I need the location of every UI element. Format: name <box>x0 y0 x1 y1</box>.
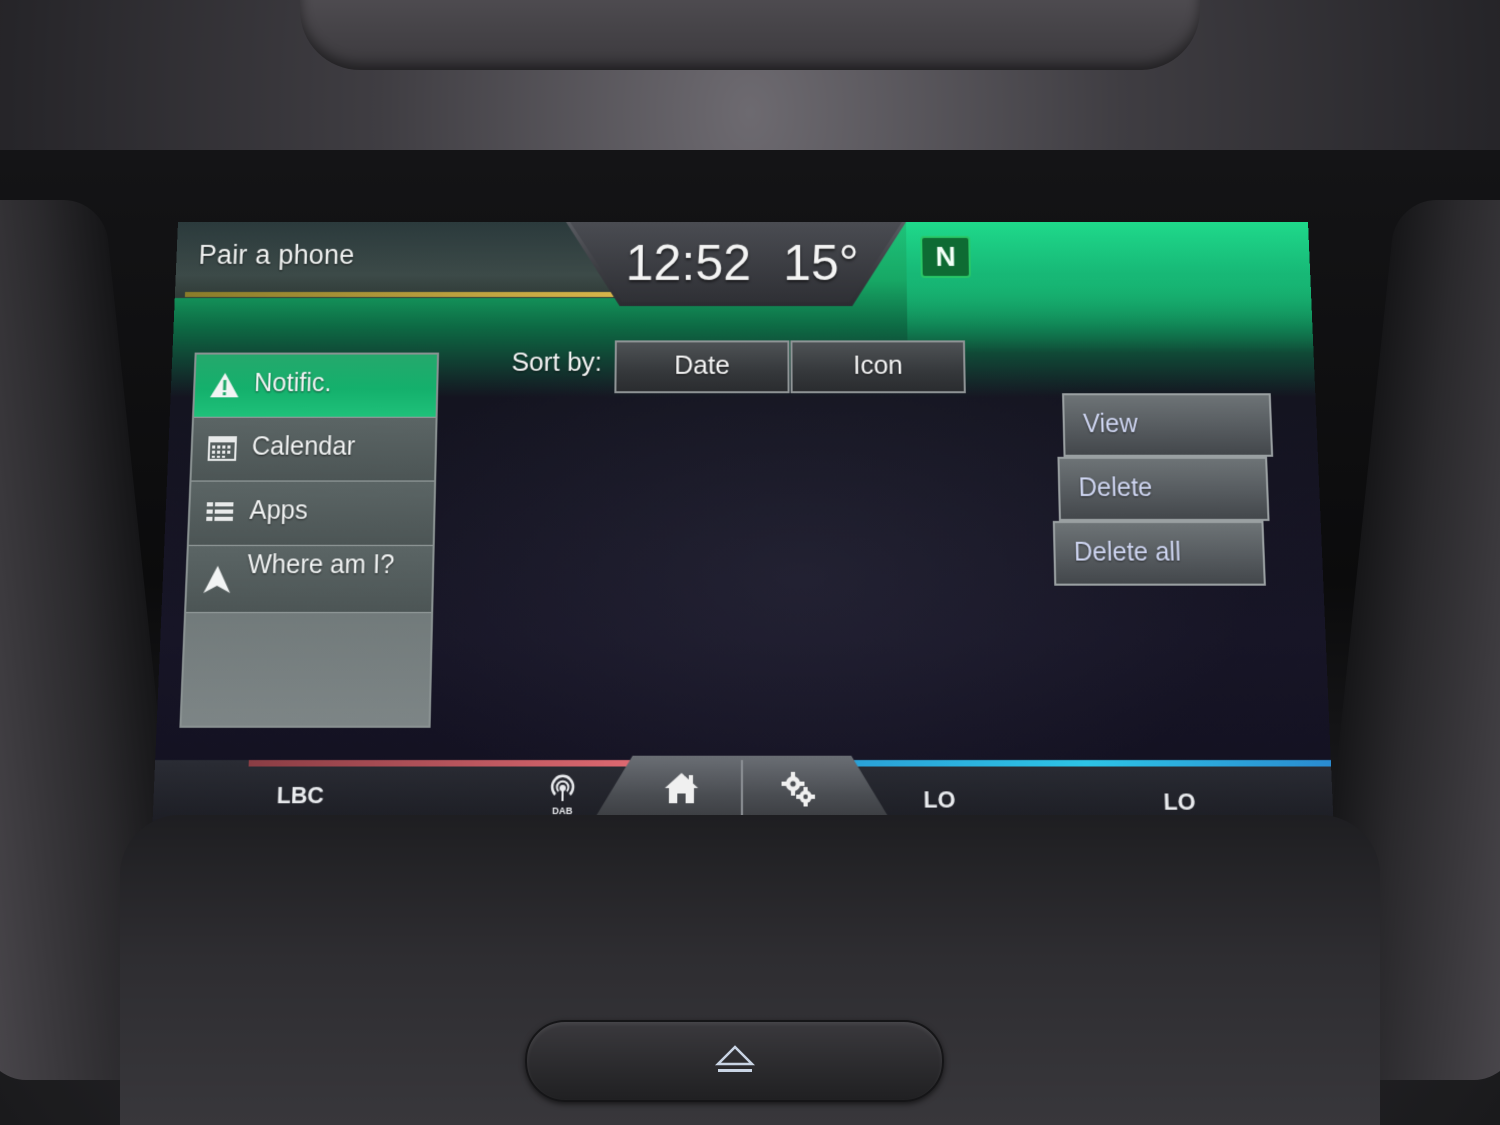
sidebar-item-label: Apps <box>249 496 308 526</box>
sidebar-item-apps[interactable]: Apps <box>189 482 434 546</box>
dab-radio-icon[interactable]: DAB <box>545 773 581 816</box>
eject-button[interactable] <box>525 1020 944 1102</box>
dashboard-hood <box>300 0 1200 70</box>
sidebar-item-calendar[interactable]: Calendar <box>191 418 435 482</box>
calendar-icon <box>206 434 238 463</box>
gear-icon[interactable] <box>779 771 817 808</box>
delete-all-button[interactable]: Delete all <box>1053 521 1266 586</box>
compass-icon: N <box>920 236 971 278</box>
audio-source-label[interactable]: LBC <box>276 782 324 810</box>
warning-icon <box>209 371 240 400</box>
sort-icon-button[interactable]: Icon <box>790 340 965 393</box>
climate-accent-bar <box>842 760 1331 766</box>
sidebar-item-notifications[interactable]: Notific. <box>194 355 437 418</box>
delete-button[interactable]: Delete <box>1057 457 1269 521</box>
apps-list-icon <box>204 498 236 527</box>
dashboard: Pair a phone 12:52 15° N Notific. Calend… <box>0 0 1500 1125</box>
home-icon[interactable] <box>663 771 701 806</box>
sidebar-item-where-am-i[interactable]: Where am I? <box>186 546 433 613</box>
sidebar-item-label: Calendar <box>251 432 355 462</box>
eject-icon <box>714 1044 756 1076</box>
audio-accent-bar <box>249 760 645 766</box>
outside-temperature: 15° <box>783 234 859 292</box>
view-button[interactable]: View <box>1062 393 1273 457</box>
phone-accent-bar <box>185 292 617 297</box>
sidebar: Notific. Calendar Apps Where am I? <box>179 353 439 728</box>
infotainment-screen: Pair a phone 12:52 15° N Notific. Calend… <box>152 222 1333 825</box>
sort-by-label: Sort by: <box>511 346 602 377</box>
navigation-arrow-icon <box>201 565 233 594</box>
pair-phone-label[interactable]: Pair a phone <box>198 240 355 271</box>
sidebar-item-label: Notific. <box>254 369 332 399</box>
passenger-temperature[interactable]: LO <box>1163 788 1196 816</box>
clock-time: 12:52 <box>625 234 751 292</box>
sort-date-button[interactable]: Date <box>614 340 789 393</box>
sidebar-item-label: Where am I? <box>247 552 422 577</box>
driver-temperature[interactable]: LO <box>923 786 955 814</box>
